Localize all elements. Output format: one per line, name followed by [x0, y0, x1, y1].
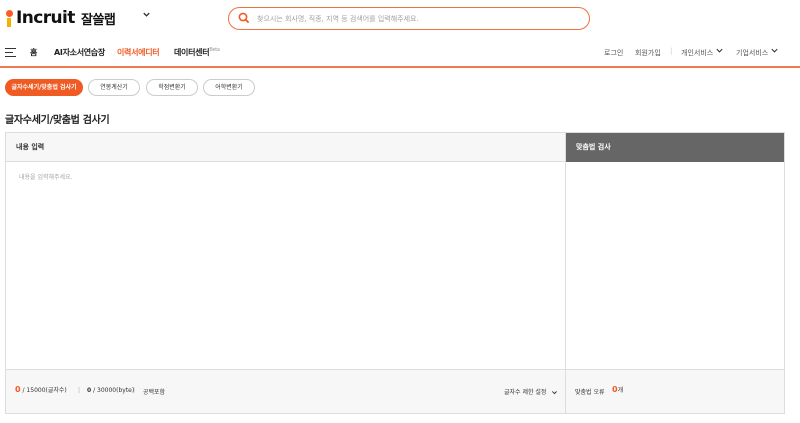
spell-error-count: 0개: [612, 385, 623, 394]
spell-check-footer: 맞춤법 오류 0개: [566, 369, 784, 413]
char-limit-setting[interactable]: 글자수 제한 설정: [504, 387, 558, 396]
tab-salary-calculator[interactable]: 연봉계산기: [88, 79, 140, 96]
main-nav: 홈 AI자소서연습장 이력서에디터 데이터센터Beta 로그인 회원가입 | 개…: [0, 38, 800, 68]
byte-count-total: / 30000(byte): [93, 387, 135, 394]
nav-item-data-center[interactable]: 데이터센터Beta: [174, 47, 220, 58]
counter-footer: 0 / 15000(글자수) | 0 / 30000(byte) | 공백포함 …: [6, 369, 565, 413]
char-limit-label: 글자수 제한 설정: [504, 389, 547, 396]
search-input[interactable]: [257, 11, 577, 26]
search-bar[interactable]: [228, 7, 590, 30]
hamburger-menu-icon[interactable]: [5, 47, 16, 57]
tab-language-converter[interactable]: 어학변환기: [203, 79, 255, 96]
service-name[interactable]: 잘쓸랩: [81, 9, 116, 28]
spell-check-header: 맞춤법 검사: [566, 133, 784, 162]
beta-badge: Beta: [209, 47, 220, 53]
login-link[interactable]: 로그인: [604, 48, 623, 58]
page-title: 글자수세기/맞춤법 검사기: [5, 115, 110, 126]
logo-text: Incruit: [16, 8, 75, 28]
content-input-panel: 내용 입력 0 / 15000(글자수) | 0 / 30000(byte) |…: [5, 132, 566, 414]
nav-item-ai-resume[interactable]: AI자소서연습장: [54, 47, 105, 58]
logo-mark-icon: [5, 8, 15, 28]
business-service-menu[interactable]: 기업서비스: [736, 48, 768, 58]
content-input-header: 내용 입력: [6, 133, 565, 162]
char-count-value: 0: [15, 385, 21, 394]
nav-item-home[interactable]: 홈: [30, 47, 37, 58]
divider: |: [670, 47, 673, 55]
spell-error-unit: 개: [617, 387, 624, 394]
top-header: Incruit 잘쓸랩: [0, 0, 800, 38]
chevron-down-icon: [552, 391, 558, 395]
signup-link[interactable]: 회원가입: [635, 48, 661, 58]
chevron-down-icon[interactable]: [715, 46, 724, 57]
nav-item-resume-editor[interactable]: 이력서에디터: [117, 47, 160, 58]
byte-count-value: 0: [87, 387, 92, 394]
spell-check-panel: 맞춤법 검사 맞춤법 오류 0개: [566, 132, 785, 414]
divider: |: [78, 387, 81, 394]
byte-count: 0 / 30000(byte): [87, 387, 134, 394]
search-icon[interactable]: [238, 12, 250, 24]
content-textarea[interactable]: [19, 172, 554, 362]
char-count-total: / 15000(글자수): [22, 387, 67, 394]
incruit-logo[interactable]: Incruit: [5, 6, 75, 30]
space-included-label: 공백포함: [143, 389, 166, 396]
divider: |: [133, 387, 136, 394]
chevron-down-icon[interactable]: [142, 9, 151, 22]
spell-error-label: 맞춤법 오류: [575, 389, 605, 396]
personal-service-menu[interactable]: 개인서비스: [681, 48, 713, 58]
chevron-down-icon[interactable]: [770, 46, 779, 57]
tab-grade-converter[interactable]: 학점변환기: [146, 79, 198, 96]
char-count: 0 / 15000(글자수): [15, 385, 67, 394]
nav-item-data-center-label: 데이터센터: [174, 48, 210, 57]
tab-char-counter[interactable]: 글자수세기/맞춤법 검사기: [5, 79, 83, 96]
